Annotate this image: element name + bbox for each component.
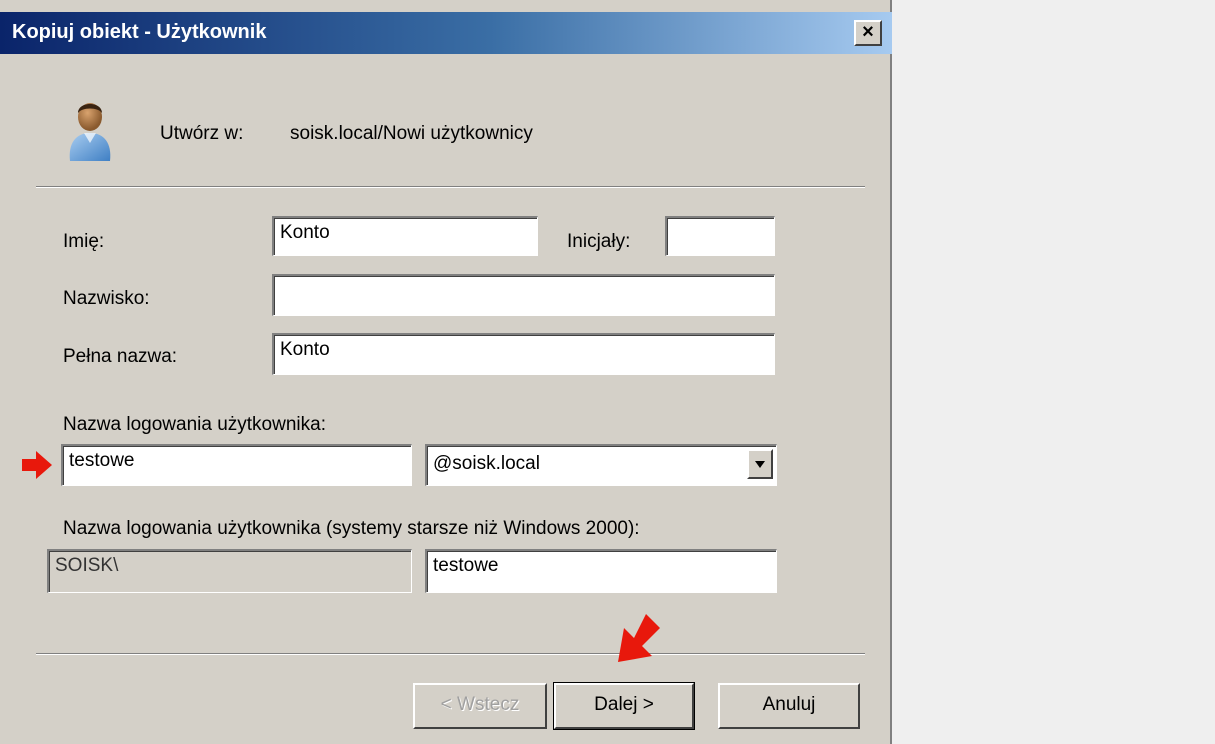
dropdown-button[interactable] bbox=[747, 449, 773, 479]
arrow-down-icon bbox=[618, 614, 660, 662]
create-in-path: soisk.local/Nowi użytkownicy bbox=[290, 123, 533, 144]
first-name-input[interactable]: Konto bbox=[272, 216, 538, 256]
logon-name-input[interactable]: testowe bbox=[61, 444, 412, 486]
legacy-domain-field: SOISK\ bbox=[47, 549, 412, 593]
close-icon: × bbox=[862, 21, 874, 43]
initials-input[interactable] bbox=[665, 216, 775, 256]
close-button[interactable]: × bbox=[854, 20, 882, 46]
create-in-label: Utwórz w: bbox=[160, 123, 244, 144]
cancel-button[interactable]: Anuluj bbox=[718, 683, 860, 729]
title-bar[interactable]: Kopiuj obiekt - Użytkownik × bbox=[0, 12, 892, 54]
chevron-down-icon bbox=[755, 461, 765, 468]
background-area bbox=[892, 0, 1215, 744]
user-icon bbox=[69, 103, 111, 161]
legacy-logon-input[interactable]: testowe bbox=[425, 549, 777, 593]
last-name-input[interactable] bbox=[272, 274, 775, 316]
full-name-label: Pełna nazwa: bbox=[63, 346, 178, 367]
separator bbox=[36, 653, 865, 655]
window-title: Kopiuj obiekt - Użytkownik bbox=[12, 21, 267, 43]
logon-name-label: Nazwa logowania użytkownika: bbox=[63, 414, 326, 435]
full-name-input[interactable]: Konto bbox=[272, 333, 775, 375]
initials-label: Inicjały: bbox=[567, 231, 631, 252]
domain-selected-value: @soisk.local bbox=[433, 453, 540, 474]
separator bbox=[36, 186, 865, 188]
copy-user-dialog: Kopiuj obiekt - Użytkownik × Utwórz w: s… bbox=[0, 0, 892, 744]
domain-dropdown[interactable]: @soisk.local bbox=[425, 444, 777, 486]
back-button[interactable]: < Wstecz bbox=[413, 683, 547, 729]
first-name-label: Imię: bbox=[63, 231, 105, 252]
next-button[interactable]: Dalej > bbox=[553, 682, 695, 730]
arrow-right-icon bbox=[22, 451, 52, 479]
last-name-label: Nazwisko: bbox=[63, 288, 150, 309]
screenshot-page: Kopiuj obiekt - Użytkownik × Utwórz w: s… bbox=[0, 0, 1215, 744]
legacy-logon-label: Nazwa logowania użytkownika (systemy sta… bbox=[63, 518, 640, 539]
